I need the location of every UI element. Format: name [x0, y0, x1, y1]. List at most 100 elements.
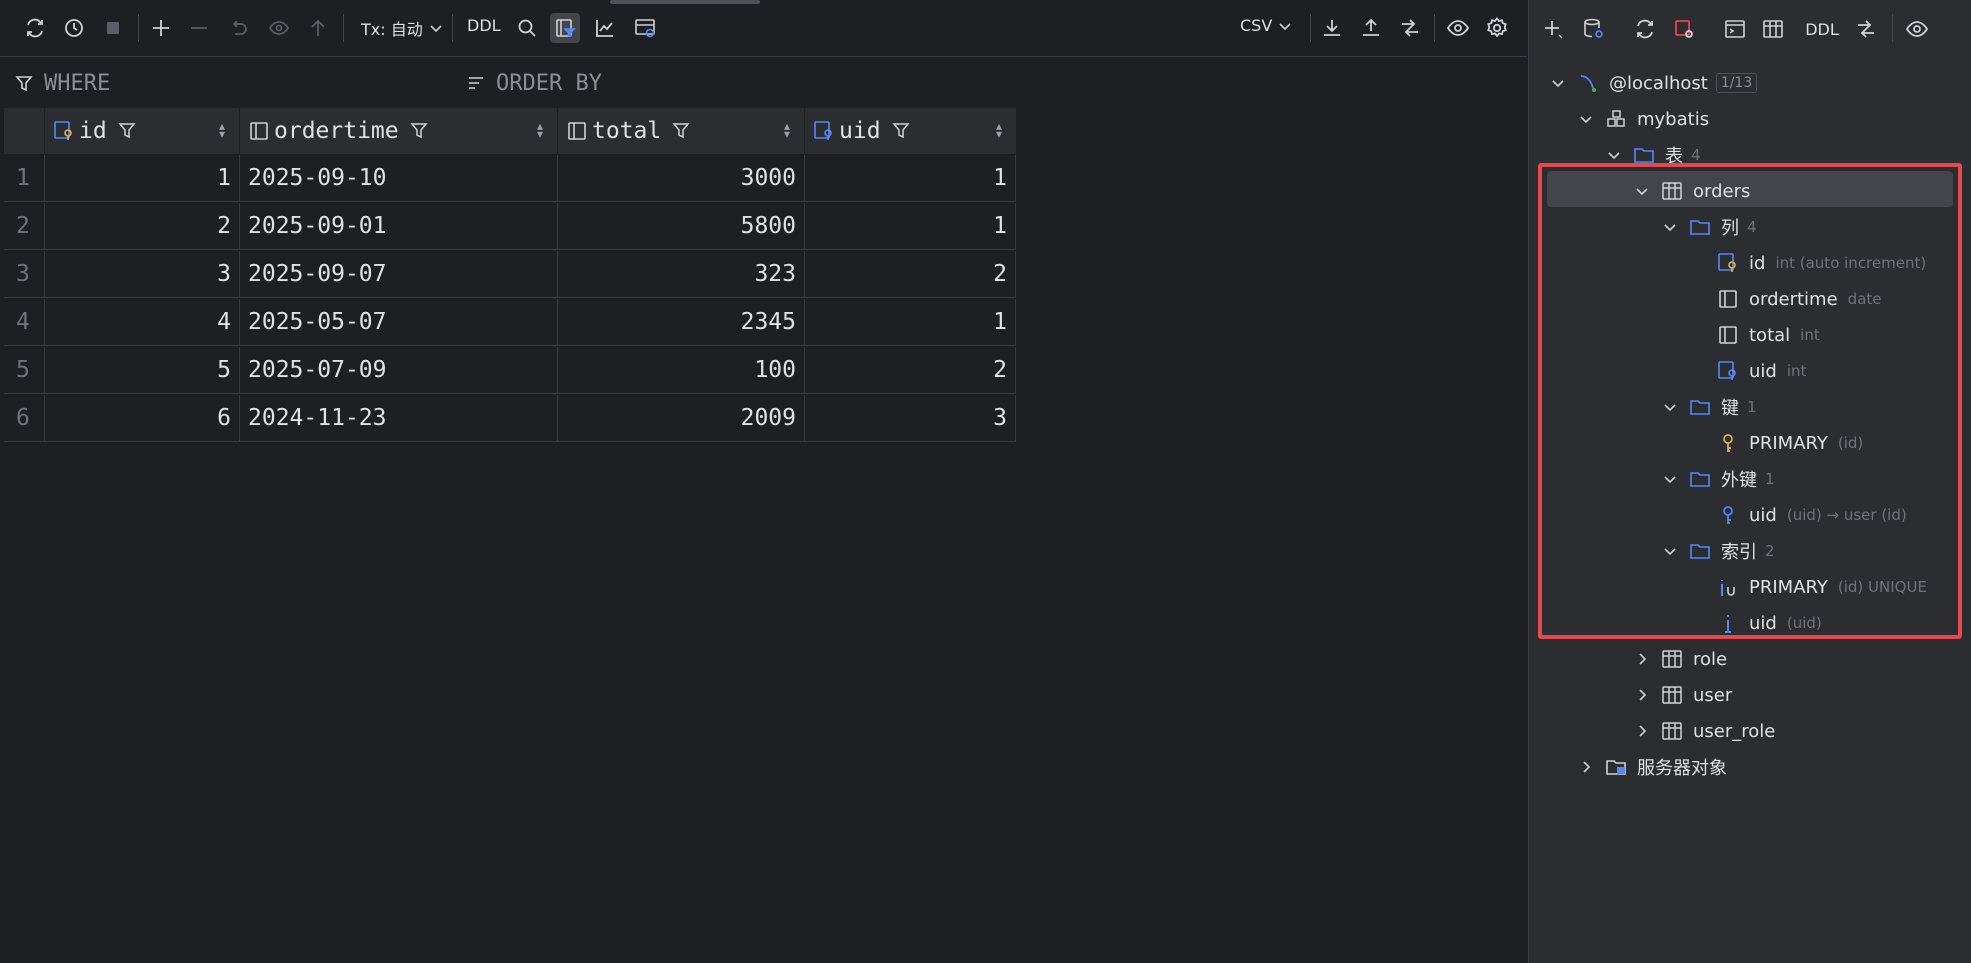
stop-icon[interactable] — [98, 13, 128, 43]
chevron-right-icon — [1639, 653, 1647, 665]
order-by-label: ORDER BY — [496, 71, 602, 96]
sort-arrows-icon[interactable]: ▴ ▾ — [219, 120, 225, 140]
cell-uid[interactable]: 3 — [805, 395, 1016, 442]
refresh-icon[interactable] — [1631, 15, 1659, 43]
cell-total[interactable]: 323 — [558, 251, 805, 298]
chevron-right-icon — [1583, 761, 1591, 773]
add-row-icon[interactable] — [146, 13, 176, 43]
cell-ordertime[interactable]: 2025-05-07 — [240, 299, 558, 346]
cell-total[interactable]: 5800 — [558, 203, 805, 250]
cell-uid[interactable]: 2 — [805, 251, 1016, 298]
tree-node-server-objects[interactable]: 服务器对象 — [1577, 749, 1727, 785]
sort-arrows-icon[interactable]: ▴ ▾ — [996, 120, 1002, 140]
tree-node-table-role[interactable]: role — [1633, 641, 1727, 677]
cell-total[interactable]: 3000 — [558, 155, 805, 202]
chevron-down-icon — [430, 25, 442, 33]
column-header-id[interactable]: id ▴ ▾ — [45, 108, 240, 154]
transaction-mode-label: Tx: 自动 — [361, 20, 423, 39]
column-header-ordertime[interactable]: ordertime ▴ ▾ — [240, 108, 558, 154]
cell-uid[interactable]: 1 — [805, 203, 1016, 250]
export-format-dropdown[interactable]: CSV — [1240, 16, 1292, 35]
search-icon[interactable] — [512, 13, 542, 43]
mysql-datasource-icon — [1580, 75, 1596, 92]
data-source-properties-icon[interactable] — [1579, 15, 1607, 43]
cell-id[interactable]: 1 — [45, 155, 240, 202]
cell-uid[interactable]: 1 — [805, 155, 1016, 202]
cell-total[interactable]: 2345 — [558, 299, 805, 346]
history-icon[interactable] — [59, 13, 89, 43]
chevron-right-icon — [1639, 725, 1647, 737]
sort-arrows-icon[interactable]: ▴ ▾ — [537, 120, 543, 140]
sort-arrows-icon[interactable]: ▴ ▾ — [784, 120, 790, 140]
revert-icon[interactable] — [223, 13, 253, 43]
cell-id[interactable]: 3 — [45, 251, 240, 298]
filter-icon[interactable] — [409, 121, 429, 141]
filter-icon[interactable] — [671, 121, 691, 141]
chevron-down-icon — [1608, 152, 1620, 160]
folder-count: 4 — [1691, 146, 1701, 164]
ddl-button[interactable]: DDL — [1802, 15, 1842, 43]
cell-uid[interactable]: 1 — [805, 299, 1016, 346]
remove-row-icon[interactable] — [184, 13, 214, 43]
cell-total[interactable]: 2009 — [558, 395, 805, 442]
schema-icon — [1607, 110, 1625, 127]
preview-changes-icon[interactable] — [264, 13, 294, 43]
upload-icon[interactable] — [1356, 13, 1386, 43]
row-number: 4 — [4, 299, 45, 346]
sort-icon — [469, 76, 483, 89]
column-header-uid[interactable]: uid ▴ ▾ — [805, 108, 1017, 154]
column-header-label: id — [79, 118, 107, 144]
table-icon[interactable] — [1759, 15, 1787, 43]
download-icon[interactable] — [1317, 13, 1347, 43]
cell-ordertime[interactable]: 2025-09-01 — [240, 203, 558, 250]
server-objects-label: 服务器对象 — [1637, 758, 1727, 779]
table-icon — [1662, 722, 1682, 740]
where-filter[interactable]: WHERE — [14, 71, 110, 96]
cell-id[interactable]: 6 — [45, 395, 240, 442]
cell-ordertime[interactable]: 2025-09-07 — [240, 251, 558, 298]
cell-total[interactable]: 100 — [558, 347, 805, 394]
cell-id[interactable]: 2 — [45, 203, 240, 250]
compare-icon[interactable] — [1395, 13, 1425, 43]
chevron-down-icon — [1580, 116, 1592, 124]
disconnect-icon[interactable] — [1670, 15, 1698, 43]
table-icon — [1662, 650, 1682, 668]
tree-node-host[interactable]: @localhost 1/13 — [1549, 65, 1758, 101]
tree-node-table-user-role[interactable]: user_role — [1633, 713, 1775, 749]
submit-icon[interactable] — [303, 13, 333, 43]
tree-node-table-user[interactable]: user — [1633, 677, 1732, 713]
chevron-down-icon — [1279, 22, 1291, 30]
filter-table-icon[interactable] — [550, 13, 580, 43]
eye-icon[interactable] — [1443, 13, 1473, 43]
settings-gear-icon[interactable] — [1482, 13, 1512, 43]
query-console-icon[interactable] — [1721, 15, 1749, 43]
ddl-button[interactable]: DDL — [467, 16, 501, 35]
chart-icon[interactable] — [590, 13, 620, 43]
result-panel: Tx: 自动 DDL CSV WHERE ORDER BY id ▴ ▾ ord… — [0, 0, 1527, 963]
column-header-total[interactable]: total ▴ ▾ — [558, 108, 805, 154]
filter-icon[interactable] — [117, 121, 137, 141]
database-explorer: DDL @localhost 1/13 mybatis 表 4 orders 列 — [1528, 0, 1971, 963]
cell-id[interactable]: 5 — [45, 347, 240, 394]
cell-ordertime[interactable]: 2025-07-09 — [240, 347, 558, 394]
view-mode-icon[interactable] — [630, 13, 660, 43]
order-by-filter[interactable]: ORDER BY — [466, 71, 602, 96]
transaction-mode-dropdown[interactable]: Tx: 自动 — [361, 16, 443, 40]
cell-ordertime[interactable]: 2025-09-10 — [240, 155, 558, 202]
explorer-toolbar: DDL — [1529, 0, 1971, 56]
table-label: role — [1693, 648, 1728, 670]
table-label: user_role — [1693, 720, 1776, 742]
cell-ordertime[interactable]: 2024-11-23 — [240, 395, 558, 442]
refresh-icon[interactable] — [20, 13, 50, 43]
host-label: @localhost — [1609, 72, 1708, 94]
filter-icon[interactable] — [891, 121, 911, 141]
cell-id[interactable]: 4 — [45, 299, 240, 346]
tree-node-schema[interactable]: mybatis — [1577, 101, 1709, 137]
compare-icon[interactable] — [1852, 15, 1880, 43]
export-format-label: CSV — [1240, 16, 1273, 35]
add-icon[interactable] — [1539, 15, 1567, 43]
where-label: WHERE — [44, 71, 111, 96]
cell-uid[interactable]: 2 — [805, 347, 1016, 394]
row-number: 2 — [4, 203, 45, 250]
eye-icon[interactable] — [1903, 15, 1931, 43]
